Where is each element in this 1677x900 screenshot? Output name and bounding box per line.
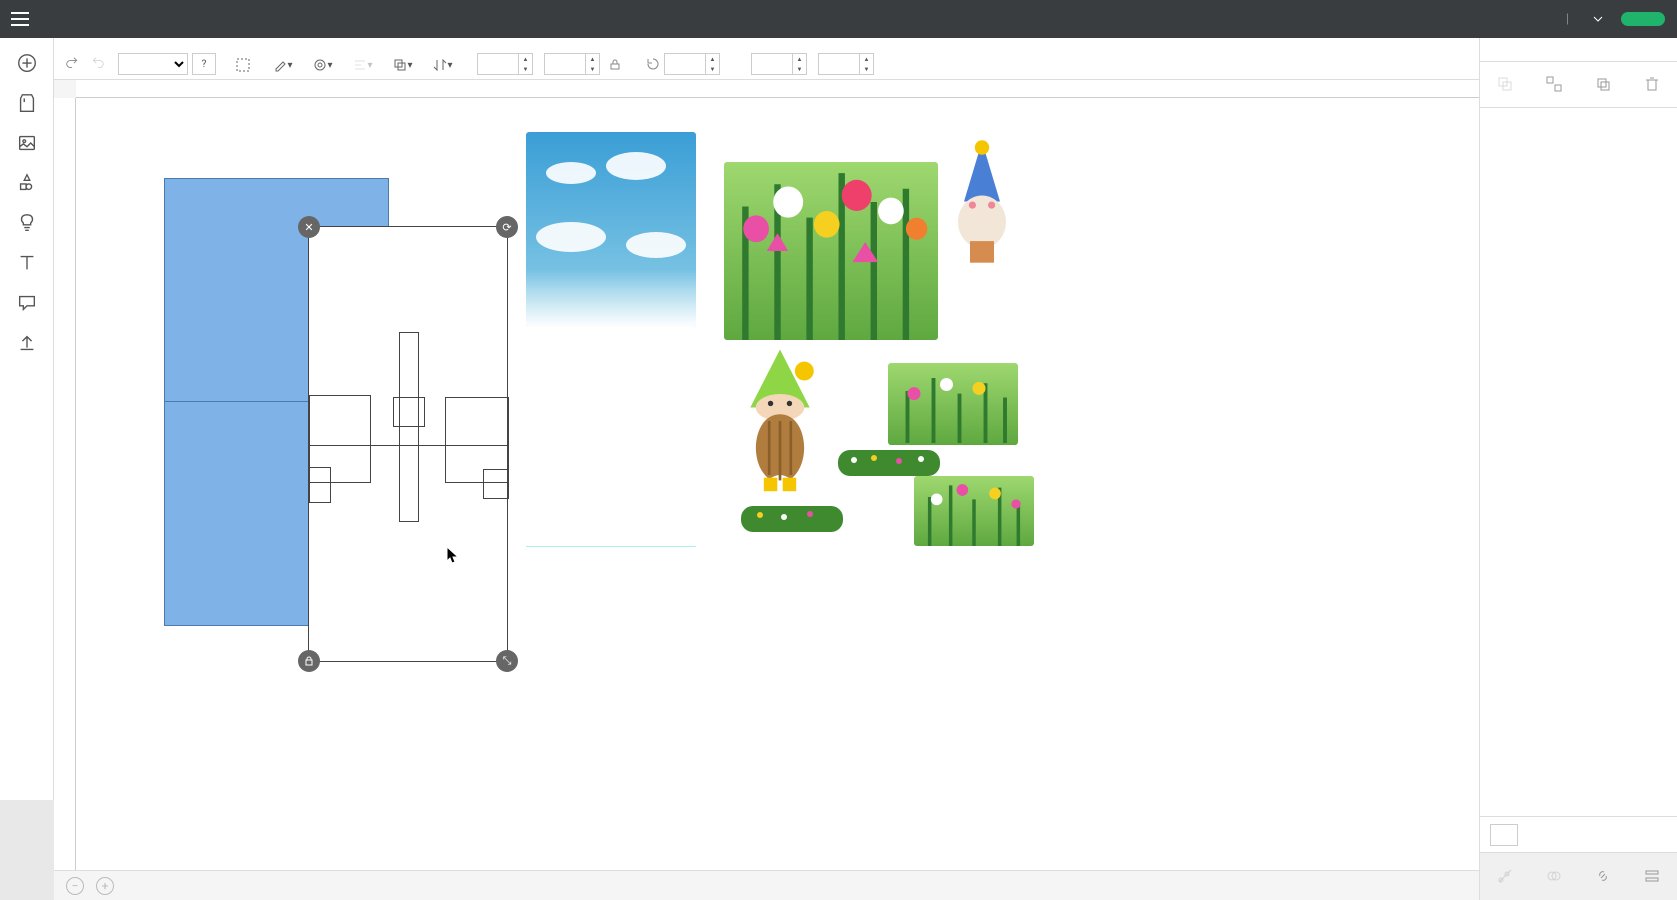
flowers-small-1[interactable] (888, 363, 1018, 445)
selected-popout-shape[interactable]: ✕ ⟳ ⤡ (308, 226, 508, 662)
align-dropdown[interactable]: ▾ (350, 53, 376, 75)
panel-tabs (1480, 38, 1677, 62)
gnome-green[interactable] (726, 346, 834, 496)
lock-handle[interactable] (298, 650, 320, 672)
images-tool[interactable] (0, 204, 53, 244)
upload-tool[interactable] (0, 324, 53, 364)
undo-button[interactable] (64, 55, 82, 73)
rotate-input[interactable] (664, 53, 706, 75)
left-toolbar (0, 38, 54, 800)
zoom-out-button[interactable]: − (66, 877, 84, 895)
grass-strip-2[interactable] (741, 506, 843, 532)
operation-select[interactable] (118, 53, 188, 75)
group-button[interactable] (1480, 62, 1529, 107)
flatten-button[interactable] (1628, 853, 1677, 900)
canvas[interactable]: ✕ ⟳ ⤡ (76, 98, 1479, 870)
separator: | (1566, 12, 1569, 27)
zoom-in-button[interactable]: + (96, 877, 114, 895)
right-panel (1479, 38, 1677, 900)
gnome-blue[interactable] (946, 134, 1018, 269)
operation-group: ? (118, 51, 216, 75)
rotate-spinner[interactable]: ▲▼ (706, 53, 720, 75)
y-input[interactable] (818, 53, 860, 75)
grass-strip-1[interactable] (838, 450, 940, 476)
width-input[interactable] (477, 53, 519, 75)
layer-actions (1480, 62, 1677, 108)
foot-actions (1480, 852, 1677, 900)
options-bar: ? ▾ ▾ ▾ ▾ ▾ ▲▼ ▲▼ ▲▼ (54, 38, 1479, 80)
zoom-bar: − + (54, 870, 1479, 900)
lock-aspect-icon[interactable] (608, 57, 622, 71)
x-spinner[interactable]: ▲▼ (793, 53, 807, 75)
ungroup-button[interactable] (1529, 62, 1578, 107)
height-spinner[interactable]: ▲▼ (586, 53, 600, 75)
rotate-group: ▲▼ (646, 51, 720, 75)
slice-button[interactable] (1480, 853, 1529, 900)
tab-colorsync[interactable] (1579, 38, 1677, 61)
projects-tool[interactable] (0, 124, 53, 164)
flowers-small-2[interactable] (914, 476, 1034, 546)
new-tool[interactable] (0, 44, 53, 84)
attach-button[interactable] (1579, 853, 1628, 900)
text-tool[interactable] (0, 244, 53, 284)
duplicate-button[interactable] (1579, 62, 1628, 107)
resize-handle[interactable]: ⤡ (496, 650, 518, 672)
make-it-button[interactable] (1621, 12, 1665, 26)
sky-image[interactable] (526, 132, 696, 327)
shapes-tool[interactable] (0, 164, 53, 204)
rotate-handle[interactable]: ⟳ (496, 216, 518, 238)
blank-canvas-swatch (1490, 824, 1518, 846)
flowers-image-large[interactable] (724, 162, 938, 340)
width-spinner[interactable]: ▲▼ (519, 53, 533, 75)
ruler-vertical (54, 98, 76, 870)
select-all-button[interactable] (230, 53, 256, 75)
layers-panel[interactable] (1480, 108, 1677, 816)
rotate-icon (646, 57, 660, 71)
y-spinner[interactable]: ▲▼ (860, 53, 874, 75)
templates-tool[interactable] (0, 84, 53, 124)
menu-button[interactable] (0, 0, 40, 38)
weld-button[interactable] (1529, 853, 1578, 900)
position-group: ▲▼ ▲▼ (744, 51, 874, 75)
redo-button[interactable] (88, 55, 106, 73)
chevron-down-icon (1593, 16, 1603, 22)
canvas-area: ✕ ⟳ ⤡ (54, 80, 1479, 870)
ruler-horizontal (76, 80, 1479, 98)
top-bar: | (0, 0, 1677, 38)
offset-button[interactable]: ▾ (310, 53, 336, 75)
phrases-tool[interactable] (0, 284, 53, 324)
flip-dropdown[interactable]: ▾ (430, 53, 456, 75)
delete-handle[interactable]: ✕ (298, 216, 320, 238)
size-group: ▲▼ ▲▼ (470, 51, 622, 75)
arrange-dropdown[interactable]: ▾ (390, 53, 416, 75)
x-input[interactable] (751, 53, 793, 75)
tab-layers[interactable] (1480, 38, 1579, 61)
machine-selector[interactable] (1587, 16, 1603, 22)
edit-dropdown[interactable]: ▾ (270, 53, 296, 75)
operation-help[interactable]: ? (192, 53, 216, 75)
canvas-chooser[interactable] (1480, 816, 1677, 852)
height-input[interactable] (544, 53, 586, 75)
delete-button[interactable] (1628, 62, 1677, 107)
